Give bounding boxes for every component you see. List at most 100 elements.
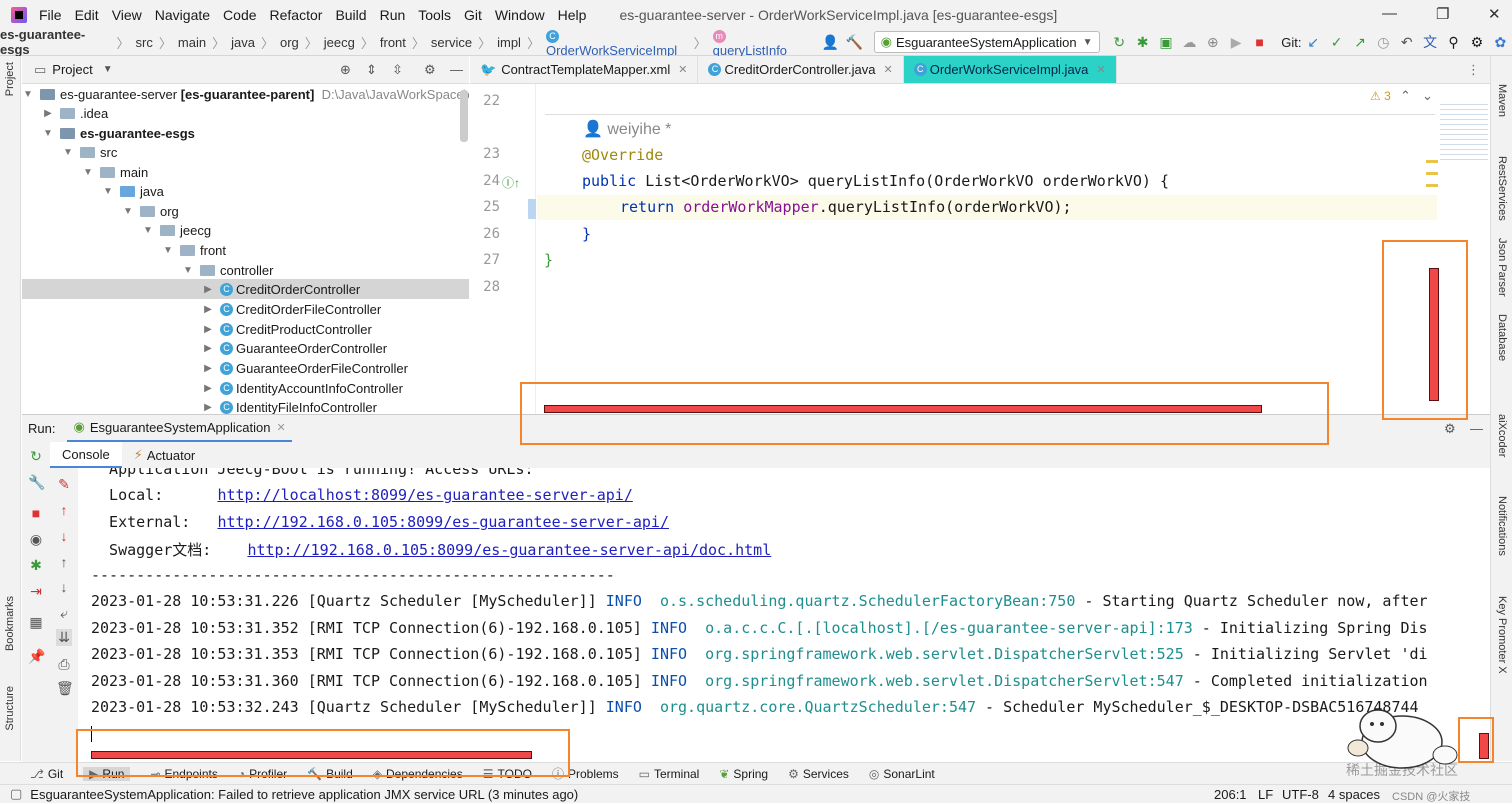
layout-icon[interactable]: ▦: [28, 614, 44, 631]
tree-item-identityaccountinfocontroller[interactable]: ▶ C IdentityAccountInfoController: [202, 378, 403, 398]
rerun-icon[interactable]: ↻: [28, 448, 44, 465]
git-commit-icon[interactable]: ✓: [1329, 34, 1344, 51]
tab-actuator[interactable]: ⚡ Actuator: [122, 442, 208, 468]
pin-icon[interactable]: 📌: [28, 648, 45, 665]
file-encoding[interactable]: UTF-8: [1282, 787, 1319, 802]
console-horizontal-scrollbar[interactable]: [91, 751, 532, 759]
breadcrumb-java[interactable]: java: [231, 35, 255, 50]
rollback-icon[interactable]: ↶: [1399, 34, 1414, 51]
tree-item-src[interactable]: ▼ src: [62, 142, 117, 162]
tab-console[interactable]: Console: [50, 442, 122, 468]
aixcoder-tool-button[interactable]: aiXcoder: [1496, 414, 1508, 457]
maven-tool-button[interactable]: Maven: [1496, 84, 1508, 117]
console-output[interactable]: Application Jeecg-Boot is running! Acces…: [78, 468, 1490, 761]
menu-navigate[interactable]: Navigate: [155, 7, 210, 23]
tab-orderworkserviceimpl[interactable]: C OrderWorkServiceImpl.java ✕: [903, 56, 1117, 83]
menu-run[interactable]: Run: [380, 7, 406, 23]
hammer-icon[interactable]: 🔨: [846, 34, 863, 51]
resume-icon[interactable]: ▶: [1228, 34, 1243, 51]
down-arrow-icon[interactable]: ↓: [56, 579, 72, 595]
status-message[interactable]: EsguaranteeSystemApplication: Failed to …: [30, 787, 578, 802]
user-icon[interactable]: 👤: [822, 34, 839, 51]
tab-contracttemplatemapper[interactable]: 🐦 ContractTemplateMapper.xml ✕: [470, 56, 699, 83]
breadcrumb-module[interactable]: es-guarantee-esgs: [0, 27, 111, 57]
up-error-icon[interactable]: ↑: [56, 502, 72, 518]
json-parser-tool-button[interactable]: Json Parser: [1496, 238, 1508, 297]
menu-edit[interactable]: Edit: [75, 7, 99, 23]
close-tab-icon[interactable]: ✕: [276, 421, 285, 434]
rerun-icon[interactable]: ↻: [1112, 34, 1127, 51]
tree-item-creditorderfilecontroller[interactable]: ▶ C CreditOrderFileController: [202, 299, 381, 319]
local-url-link[interactable]: http://localhost:8099/es-guarantee-serve…: [217, 486, 632, 504]
menu-file[interactable]: File: [39, 7, 62, 23]
previous-highlight-icon[interactable]: ⌃: [1400, 88, 1411, 104]
swagger-url-link[interactable]: http://192.168.0.105:8099/es-guarantee-s…: [247, 541, 771, 559]
menu-window[interactable]: Window: [495, 7, 545, 23]
implements-icon[interactable]: Ⓘ↑: [502, 174, 520, 191]
breadcrumb-jeecg[interactable]: jeecg: [324, 35, 355, 50]
line-separator[interactable]: LF: [1258, 787, 1273, 802]
menu-git[interactable]: Git: [464, 7, 482, 23]
close-tab-icon[interactable]: ✕: [884, 63, 893, 76]
tree-item-controller[interactable]: ▼ controller: [182, 260, 273, 280]
tree-item-org[interactable]: ▼ org: [122, 201, 179, 221]
indent-setting[interactable]: 4 spaces: [1328, 787, 1380, 802]
down-error-icon[interactable]: ↓: [56, 528, 72, 544]
scroll-to-end-icon[interactable]: ⇊: [56, 629, 72, 646]
project-panel-title[interactable]: Project: [52, 62, 92, 77]
git-update-icon[interactable]: ↙: [1305, 34, 1320, 51]
attach-icon[interactable]: ⊕: [1205, 34, 1220, 51]
git-push-icon[interactable]: ↗: [1352, 34, 1367, 51]
run-tab-app[interactable]: ◉ EsguaranteeSystemApplication ✕: [67, 415, 292, 443]
minimize-icon[interactable]: —: [1382, 5, 1397, 22]
tree-item-jeecg[interactable]: ▼ jeecg: [142, 220, 211, 240]
debug-icon[interactable]: ✱: [28, 557, 44, 574]
plugin-icon[interactable]: ✿: [1493, 34, 1508, 51]
tool-git[interactable]: ⎇ Git: [30, 767, 63, 781]
tree-item-front[interactable]: ▼ front: [162, 240, 226, 260]
clear-marker-icon[interactable]: ✎: [56, 476, 72, 493]
tree-item-main[interactable]: ▼ main: [82, 162, 148, 182]
menu-build[interactable]: Build: [335, 7, 366, 23]
menu-view[interactable]: View: [112, 7, 142, 23]
stop-icon[interactable]: ■: [28, 505, 44, 521]
profile-icon[interactable]: ☁: [1182, 34, 1197, 51]
up-arrow-icon[interactable]: ↑: [56, 554, 72, 570]
error-stripe-mark[interactable]: [1426, 184, 1438, 187]
breadcrumb-class[interactable]: COrderWorkServiceImpl: [545, 27, 688, 58]
menu-help[interactable]: Help: [558, 7, 587, 23]
gear-icon[interactable]: ⚙: [1444, 421, 1456, 437]
stop-icon[interactable]: ■: [1252, 34, 1267, 50]
collapse-all-icon[interactable]: ⇳: [392, 62, 403, 78]
bookmarks-tool-button[interactable]: Bookmarks: [4, 596, 16, 651]
notifications-tool-button[interactable]: Notifications: [1496, 496, 1508, 556]
tool-terminal[interactable]: ▭ Terminal: [639, 767, 700, 781]
debug-icon[interactable]: ✱: [1135, 34, 1150, 51]
gear-icon[interactable]: ⚙: [1469, 34, 1484, 51]
tree-item-java[interactable]: ▼ java: [102, 181, 164, 201]
close-tab-icon[interactable]: ✕: [1096, 63, 1105, 76]
tool-services[interactable]: ⚙ Services: [788, 767, 849, 781]
maximize-icon[interactable]: ❐: [1436, 5, 1449, 23]
tool-sonarlint[interactable]: ◎ SonarLint: [869, 767, 935, 781]
warnings-indicator[interactable]: ⚠ 3: [1370, 89, 1391, 103]
run-configuration-select[interactable]: ◉ EsguaranteeSystemApplication ▼: [873, 31, 1100, 53]
tool-spring[interactable]: ❦ Spring: [719, 767, 768, 781]
exit-icon[interactable]: ⇥: [28, 583, 44, 600]
code-minimap[interactable]: [1440, 100, 1488, 160]
translate-icon[interactable]: 文: [1422, 32, 1437, 52]
camera-icon[interactable]: ◉: [28, 531, 44, 548]
console-vertical-scrollbar[interactable]: [1479, 733, 1489, 759]
database-tool-button[interactable]: Database: [1496, 314, 1508, 361]
key-promoter-tool-button[interactable]: Key Promoter X: [1496, 596, 1508, 674]
restservices-tool-button[interactable]: RestServices: [1496, 156, 1508, 221]
tree-item-creditproductcontroller[interactable]: ▶ C CreditProductController: [202, 319, 372, 339]
tree-item-root[interactable]: ▼ es-guarantee-server [es-guarantee-paren…: [22, 84, 469, 104]
tab-creditordercontroller[interactable]: C CreditOrderController.java ✕: [698, 56, 904, 83]
breadcrumb-service[interactable]: service: [431, 35, 472, 50]
breadcrumb-src[interactable]: src: [136, 35, 153, 50]
print-icon[interactable]: ⎙: [56, 656, 72, 673]
editor-vertical-scrollbar[interactable]: [1429, 268, 1439, 401]
wrench-icon[interactable]: 🔧: [28, 474, 45, 491]
menu-refactor[interactable]: Refactor: [270, 7, 323, 23]
